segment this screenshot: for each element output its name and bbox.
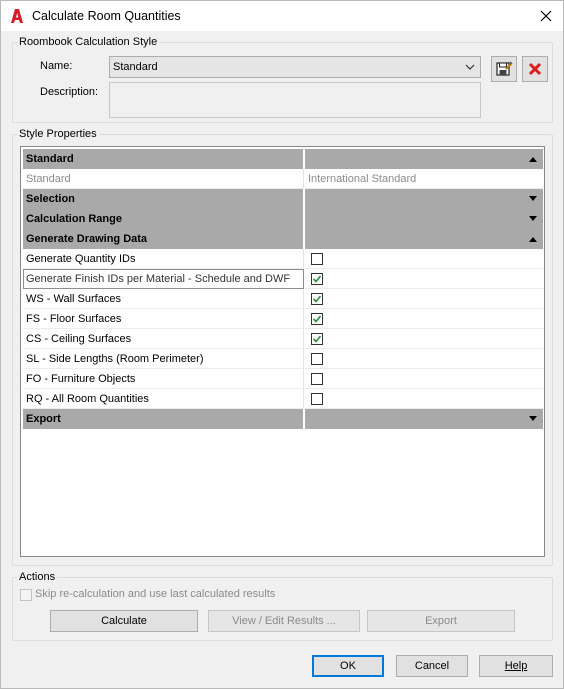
property-label: SL - Side Lengths (Room Perimeter) <box>23 349 304 369</box>
property-label: FO - Furniture Objects <box>23 369 304 389</box>
category-calculation-range[interactable]: Calculation Range <box>23 209 543 229</box>
checkmark-icon <box>312 275 322 283</box>
checkmark-icon <box>312 335 322 343</box>
property-row-all-room-quantities[interactable]: RQ - All Room Quantities <box>23 389 543 409</box>
skip-recalculation-label: Skip re-calculation and use last calcula… <box>35 588 276 600</box>
window-title: Calculate Room Quantities <box>32 9 181 23</box>
roombook-style-group-title: Roombook Calculation Style <box>17 36 160 48</box>
ok-button[interactable]: OK <box>312 655 384 677</box>
description-field[interactable] <box>109 82 481 118</box>
title-bar: Calculate Room Quantities <box>1 1 563 31</box>
triangle-down-icon[interactable] <box>529 216 537 222</box>
checkbox-floor-surfaces[interactable] <box>311 313 323 325</box>
checkmark-icon <box>312 315 322 323</box>
delete-style-button[interactable] <box>522 56 548 82</box>
property-label: FS - Floor Surfaces <box>23 309 304 329</box>
style-name-dropdown[interactable]: Standard <box>109 56 481 78</box>
chevron-down-icon <box>465 64 475 70</box>
name-label: Name: <box>40 60 73 72</box>
property-row-side-lengths[interactable]: SL - Side Lengths (Room Perimeter) <box>23 349 543 369</box>
close-icon <box>540 10 552 22</box>
property-row-wall-surfaces[interactable]: WS - Wall Surfaces <box>23 289 543 309</box>
property-label: Generate Quantity IDs <box>23 249 304 269</box>
triangle-up-icon[interactable] <box>529 236 537 242</box>
property-row-floor-surfaces[interactable]: FS - Floor Surfaces <box>23 309 543 329</box>
help-button[interactable]: Help <box>479 655 553 677</box>
property-row-furniture-objects[interactable]: FO - Furniture Objects <box>23 369 543 389</box>
category-label: Selection <box>23 189 304 209</box>
property-label: RQ - All Room Quantities <box>23 389 304 409</box>
close-button[interactable] <box>529 1 563 31</box>
save-edit-icon <box>496 61 513 76</box>
category-generate-drawing-data[interactable]: Generate Drawing Data <box>23 229 543 249</box>
export-button[interactable]: Export <box>367 610 515 632</box>
skip-recalculation-checkbox[interactable] <box>20 589 32 601</box>
checkbox-ceiling-surfaces[interactable] <box>311 333 323 345</box>
category-standard[interactable]: Standard <box>23 149 543 169</box>
checkbox-side-lengths[interactable] <box>311 353 323 365</box>
property-row-generate-quantity-ids[interactable]: Generate Quantity IDs <box>23 249 543 269</box>
property-label: Generate Finish IDs per Material - Sched… <box>23 269 304 289</box>
property-label: Standard <box>23 169 304 189</box>
autocad-a-icon <box>11 9 23 23</box>
checkbox-generate-quantity-ids[interactable] <box>311 253 323 265</box>
edit-style-button[interactable] <box>491 56 517 82</box>
cancel-button[interactable]: Cancel <box>396 655 468 677</box>
category-label: Generate Drawing Data <box>23 229 304 249</box>
triangle-down-icon[interactable] <box>529 196 537 202</box>
property-row-ceiling-surfaces[interactable]: CS - Ceiling Surfaces <box>23 329 543 349</box>
checkbox-furniture-objects[interactable] <box>311 373 323 385</box>
property-label: CS - Ceiling Surfaces <box>23 329 304 349</box>
category-label: Standard <box>23 149 304 169</box>
checkbox-wall-surfaces[interactable] <box>311 293 323 305</box>
triangle-up-icon[interactable] <box>529 156 537 162</box>
property-row-standard: Standard International Standard <box>23 169 543 189</box>
property-row-generate-finish-ids[interactable]: Generate Finish IDs per Material - Sched… <box>23 269 543 289</box>
property-grid[interactable]: Standard Standard International Standard… <box>20 146 545 557</box>
style-properties-group-title: Style Properties <box>17 128 99 140</box>
style-name-value: Standard <box>113 61 158 73</box>
triangle-down-icon[interactable] <box>529 416 537 422</box>
category-selection[interactable]: Selection <box>23 189 543 209</box>
actions-group-title: Actions <box>17 571 58 583</box>
view-edit-results-button[interactable]: View / Edit Results ... <box>208 610 360 632</box>
category-export[interactable]: Export <box>23 409 543 429</box>
checkmark-icon <box>312 295 322 303</box>
description-label: Description: <box>40 86 99 98</box>
category-label: Calculation Range <box>23 209 304 229</box>
checkbox-generate-finish-ids[interactable] <box>311 273 323 285</box>
category-label: Export <box>23 409 304 429</box>
delete-x-icon <box>528 62 542 76</box>
dialog-window: Calculate Room Quantities Roombook Calcu… <box>0 0 564 689</box>
checkbox-all-room-quantities[interactable] <box>311 393 323 405</box>
property-label: WS - Wall Surfaces <box>23 289 304 309</box>
calculate-button[interactable]: Calculate <box>50 610 198 632</box>
property-value: International Standard <box>305 169 543 189</box>
